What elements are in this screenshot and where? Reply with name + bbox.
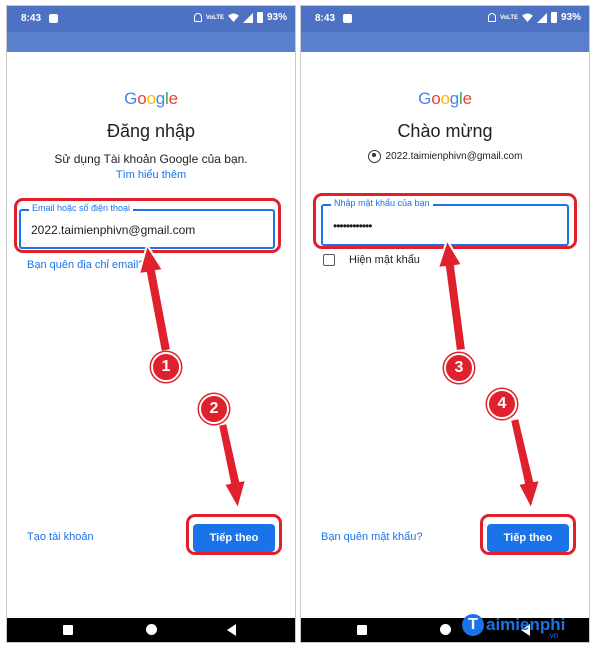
signal-icon xyxy=(536,12,547,23)
step-badge-4: 4 xyxy=(487,389,517,419)
learn-more-link[interactable]: Tìm hiểu thêm xyxy=(7,169,295,181)
step-badge-1: 1 xyxy=(151,352,181,382)
highlight-email-field xyxy=(14,198,281,253)
account-email: 2022.taimienphivn@gmail.com xyxy=(385,151,523,162)
account-circle-icon xyxy=(367,150,381,163)
volte-icon: VoLTE xyxy=(205,14,224,21)
forgot-email-link[interactable]: Bạn quên địa chỉ email? xyxy=(27,259,144,271)
status-bar: 8:43 VoLTE 93% xyxy=(7,6,295,32)
status-bar: 8:43 VoLTE 93% xyxy=(301,6,589,32)
step-badge-3: 3 xyxy=(444,353,474,383)
forgot-password-link[interactable]: Bạn quên mật khẩu? xyxy=(321,531,423,543)
home-icon[interactable] xyxy=(440,624,451,635)
account-chip[interactable]: 2022.taimienphivn@gmail.com xyxy=(301,150,589,163)
navigation-bar xyxy=(7,618,295,642)
highlight-next-button-right xyxy=(480,514,576,555)
recents-icon[interactable] xyxy=(63,625,73,635)
watermark-logo: T aimienphi .vn xyxy=(462,614,565,640)
app-bar xyxy=(7,32,295,52)
subtitle: Sử dụng Tài khoản Google của bạn. xyxy=(54,152,248,166)
watermark-initial: T xyxy=(462,614,484,636)
create-account-link[interactable]: Tạo tài khoản xyxy=(27,531,94,543)
status-time: 8:43 xyxy=(315,13,336,24)
show-password-label: Hiện mật khẩu xyxy=(349,254,420,266)
puzzle-icon xyxy=(49,14,58,23)
back-icon[interactable] xyxy=(227,624,236,636)
app-bar xyxy=(301,32,589,52)
google-logo: Google xyxy=(124,89,178,108)
page-title: Chào mừng xyxy=(397,121,493,141)
page-title: Đăng nhập xyxy=(106,121,196,141)
step-badge-2: 2 xyxy=(199,394,229,424)
bell-off-icon xyxy=(193,13,202,22)
wifi-icon xyxy=(228,13,239,22)
google-logo: Google xyxy=(418,89,472,108)
home-icon[interactable] xyxy=(146,624,157,635)
wifi-icon xyxy=(522,13,533,22)
status-time: 8:43 xyxy=(21,13,42,24)
battery-icon xyxy=(256,12,263,23)
show-password-checkbox[interactable] xyxy=(323,254,335,266)
bell-off-icon xyxy=(487,13,496,22)
watermark-tld: .vn xyxy=(547,631,559,640)
volte-icon: VoLTE xyxy=(499,14,518,21)
signal-icon xyxy=(242,12,253,23)
battery-percent: 93% xyxy=(266,12,287,23)
puzzle-icon xyxy=(343,14,352,23)
highlight-next-button-left xyxy=(186,514,282,555)
battery-icon xyxy=(550,12,557,23)
highlight-password-field xyxy=(313,193,577,249)
recents-icon[interactable] xyxy=(357,625,367,635)
battery-percent: 93% xyxy=(560,12,581,23)
